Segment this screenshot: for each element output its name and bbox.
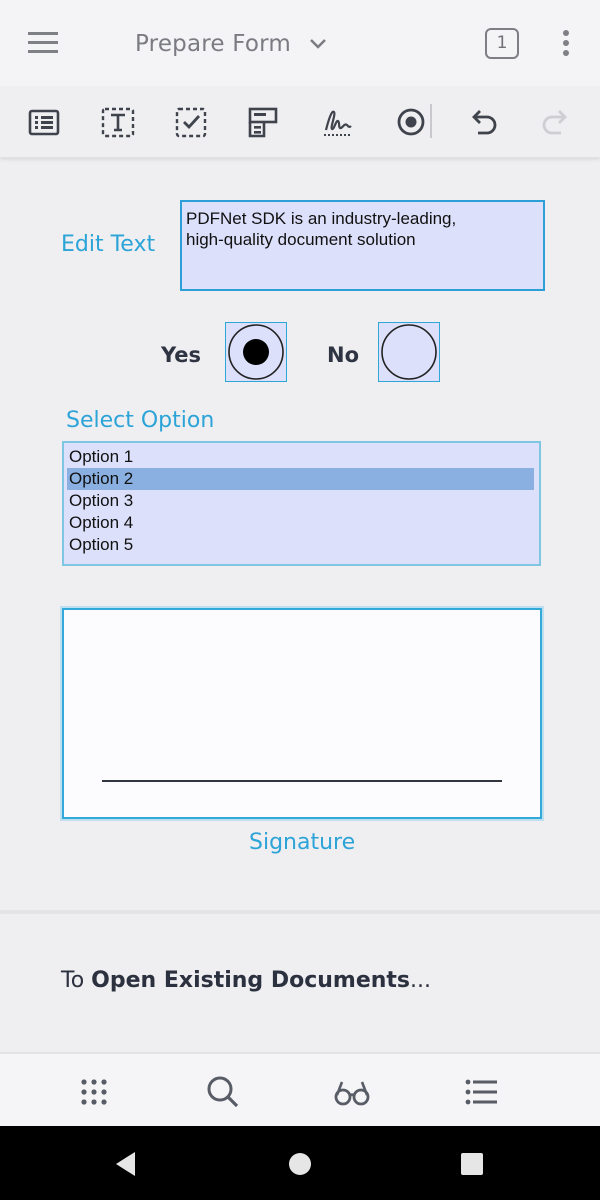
app-root: Prepare Form 1 Edit Text PDFNet SDK is a… bbox=[0, 0, 600, 1200]
list-option[interactable]: Option 5 bbox=[67, 534, 536, 556]
home-icon[interactable] bbox=[284, 1148, 316, 1180]
footer-bold: Open Existing Documents bbox=[91, 968, 411, 993]
signature-line bbox=[102, 780, 502, 782]
mode-title-dropdown[interactable]: Prepare Form bbox=[135, 28, 327, 60]
bottom-navigation bbox=[0, 1052, 600, 1126]
redo-icon[interactable] bbox=[538, 104, 574, 140]
checkbox-field-icon[interactable] bbox=[173, 104, 209, 140]
outline-list-icon[interactable] bbox=[461, 1072, 501, 1112]
signature-field-icon[interactable] bbox=[320, 104, 356, 140]
radio-yes-label: Yes bbox=[161, 343, 202, 367]
reading-mode-glasses-icon[interactable] bbox=[332, 1072, 372, 1112]
combo-box-field-icon[interactable] bbox=[246, 104, 282, 140]
chevron-down-icon bbox=[310, 39, 326, 49]
toolbar-divider bbox=[430, 104, 432, 138]
edit-text-label: Edit Text bbox=[61, 232, 156, 257]
text-form-field[interactable]: PDFNet SDK is an industry-leading, high-… bbox=[180, 200, 545, 291]
undo-icon[interactable] bbox=[465, 104, 501, 140]
back-icon[interactable] bbox=[111, 1148, 143, 1180]
system-navigation-bar bbox=[0, 1126, 600, 1200]
text-field-line-2: high-quality document solution bbox=[186, 230, 416, 249]
page-divider bbox=[0, 910, 600, 914]
option-list-box: Option 1 Option 2 Option 3 Option 4 Opti… bbox=[62, 441, 541, 566]
hamburger-menu-icon[interactable] bbox=[22, 28, 64, 58]
select-option-label: Select Option bbox=[66, 408, 215, 433]
recents-icon[interactable] bbox=[456, 1148, 488, 1180]
list-option[interactable]: Option 1 bbox=[67, 446, 536, 468]
radio-button-field-icon[interactable] bbox=[393, 104, 429, 140]
more-options-icon[interactable] bbox=[556, 28, 576, 60]
radio-no-label: No bbox=[327, 343, 360, 367]
text-field-icon[interactable] bbox=[100, 104, 136, 140]
footer-prefix: To bbox=[61, 968, 92, 993]
top-app-bar: Prepare Form 1 bbox=[0, 0, 600, 86]
signature-field[interactable] bbox=[60, 606, 544, 821]
text-field-line-1: PDFNet SDK is an industry-leading, bbox=[186, 209, 457, 228]
radio-no-button[interactable] bbox=[378, 322, 440, 382]
radio-yes-button[interactable] bbox=[225, 322, 287, 382]
list-option[interactable]: Option 4 bbox=[67, 512, 536, 534]
list-option[interactable]: Option 3 bbox=[67, 490, 536, 512]
footer-suffix: ... bbox=[410, 968, 432, 993]
form-toolbar bbox=[0, 86, 600, 158]
list-box-field-icon[interactable] bbox=[26, 104, 62, 140]
signature-label: Signature bbox=[249, 830, 356, 855]
search-icon[interactable] bbox=[203, 1072, 243, 1112]
footer-heading: To Open Existing Documents... bbox=[61, 968, 431, 993]
page-title: Prepare Form bbox=[135, 31, 292, 57]
thumbnails-grid-icon[interactable] bbox=[74, 1072, 114, 1112]
page-count-button[interactable]: 1 bbox=[485, 28, 519, 59]
list-option-selected[interactable]: Option 2 bbox=[67, 468, 534, 490]
